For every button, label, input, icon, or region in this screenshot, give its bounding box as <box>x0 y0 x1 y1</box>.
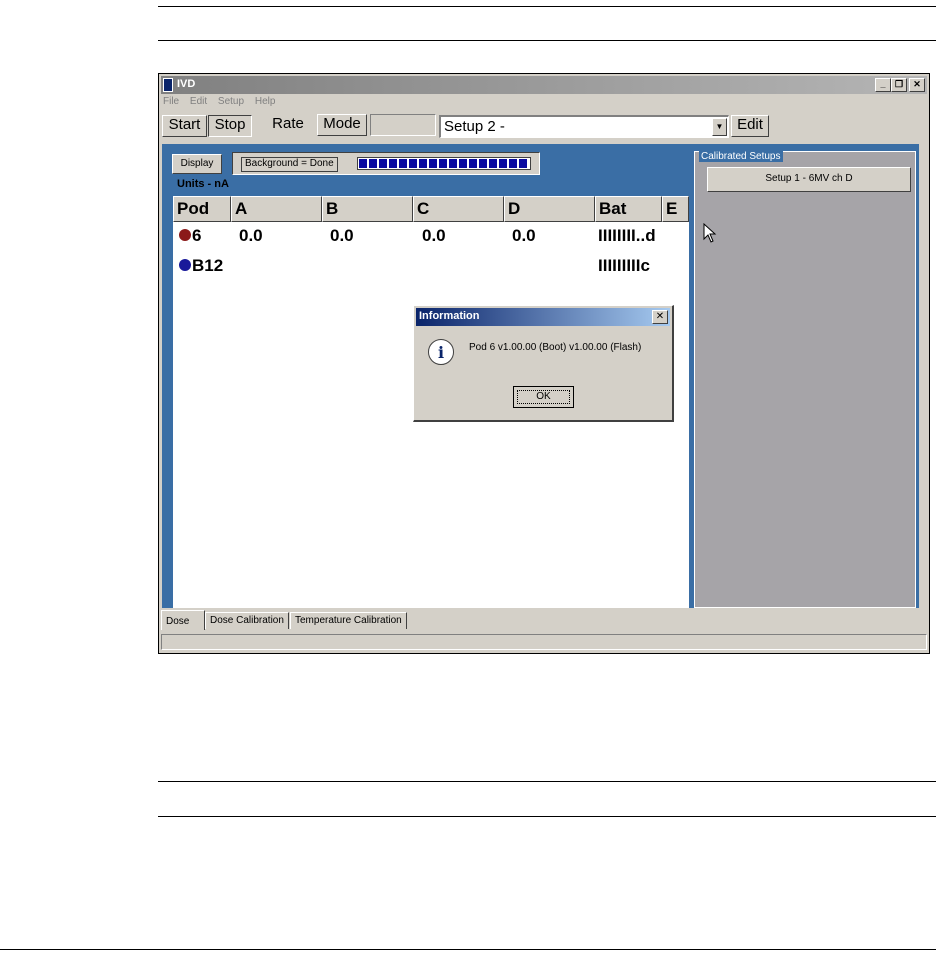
col-header-pod[interactable]: Pod <box>173 196 231 222</box>
title-bar: IVD _ ❐ ✕ <box>161 76 927 94</box>
ok-button[interactable]: OK <box>513 386 574 408</box>
top-rule-2 <box>158 40 936 41</box>
status-bar <box>161 634 927 650</box>
dialog-message: Pod 6 v1.00.00 (Boot) v1.00.00 (Flash) <box>469 342 642 353</box>
pod-status-dot <box>179 259 191 271</box>
setup-select-value: Setup 2 - <box>444 118 505 135</box>
cell-pod: B12 <box>192 256 224 275</box>
app-icon <box>163 78 173 92</box>
cell-pod: 6 <box>192 226 202 245</box>
lower-rule-2 <box>158 816 936 817</box>
information-dialog: Information ✕ i Pod 6 v1.00.00 (Boot) v1… <box>413 305 674 422</box>
bottom-rule <box>0 949 936 950</box>
pod-status-dot <box>179 229 191 241</box>
info-icon: i <box>428 339 454 365</box>
cell-bat: IIIIIIII..d <box>598 226 656 245</box>
cell-a: 0.0 <box>239 226 263 245</box>
restore-button[interactable]: ❐ <box>891 78 907 92</box>
col-header-a[interactable]: A <box>231 196 322 222</box>
status-box: Background = Done <box>232 152 540 175</box>
start-button[interactable]: Start <box>162 115 207 137</box>
menu-help[interactable]: Help <box>255 96 276 107</box>
calibrated-setups-frame: Calibrated Setups Setup 1 - 6MV ch D <box>691 144 919 608</box>
col-header-c[interactable]: C <box>413 196 504 222</box>
stop-button[interactable]: Stop <box>208 115 252 137</box>
menu-setup[interactable]: Setup <box>218 96 244 107</box>
mode-button[interactable]: Mode <box>317 114 367 136</box>
minimize-button[interactable]: _ <box>875 78 891 92</box>
edit-button[interactable]: Edit <box>731 115 769 137</box>
status-text: Background = Done <box>241 157 338 172</box>
rate-button[interactable]: Rate <box>266 114 310 136</box>
dialog-title-bar: Information ✕ <box>416 308 670 326</box>
chevron-down-icon[interactable]: ▼ <box>712 118 727 136</box>
top-rule-1 <box>158 6 936 7</box>
cell-d: 0.0 <box>512 226 536 245</box>
menu-file[interactable]: File <box>163 96 179 107</box>
cell-b: 0.0 <box>330 226 354 245</box>
col-header-b[interactable]: B <box>322 196 413 222</box>
units-label: Units - nA <box>177 178 229 190</box>
mouse-pointer-icon <box>703 223 717 243</box>
dialog-title: Information <box>419 310 480 322</box>
dialog-close-button[interactable]: ✕ <box>652 310 668 324</box>
tab-dose-calibration[interactable]: Dose Calibration <box>205 612 289 629</box>
progress-fill <box>359 159 529 168</box>
close-button[interactable]: ✕ <box>909 78 925 92</box>
background-progress-bar <box>357 157 531 170</box>
col-header-e[interactable]: E <box>662 196 689 222</box>
calibrated-setup-item[interactable]: Setup 1 - 6MV ch D <box>707 167 911 192</box>
calibrated-setups-label: Calibrated Setups <box>699 151 783 162</box>
lower-rule-1 <box>158 781 936 782</box>
menu-bar: File Edit Setup Help <box>163 96 283 110</box>
tab-dose[interactable]: Dose <box>161 610 205 630</box>
col-header-bat[interactable]: Bat <box>595 196 662 222</box>
calibrated-setups-panel: Calibrated Setups Setup 1 - 6MV ch D <box>694 151 916 608</box>
col-header-d[interactable]: D <box>504 196 595 222</box>
window-title: IVD <box>177 78 196 90</box>
cell-bat: IIIIIIIIIc <box>598 256 650 275</box>
toolbar-blank-field <box>370 114 436 136</box>
tab-temperature-calibration[interactable]: Temperature Calibration <box>290 612 407 629</box>
display-button[interactable]: Display <box>172 154 222 174</box>
ok-button-label: OK <box>517 390 570 404</box>
cell-c: 0.0 <box>422 226 446 245</box>
menu-edit[interactable]: Edit <box>190 96 207 107</box>
setup-select[interactable]: Setup 2 - ▼ <box>439 115 729 138</box>
